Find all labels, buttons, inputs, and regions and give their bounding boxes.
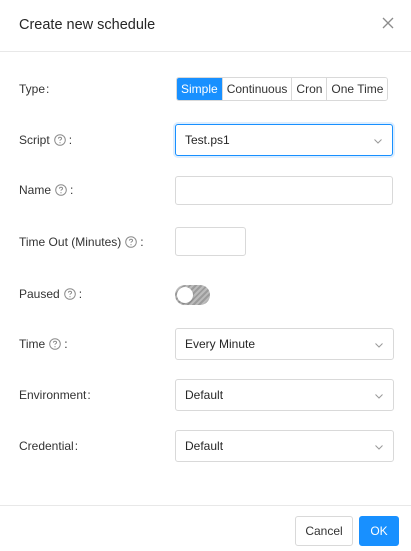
environment-label-colon: : — [87, 388, 91, 402]
time-label: Time : — [19, 336, 68, 352]
type-option-continuous[interactable]: Continuous — [221, 78, 292, 100]
script-label-colon: : — [68, 133, 73, 147]
type-option-one-time[interactable]: One Time — [326, 78, 388, 100]
script-label-text: Script — [19, 133, 50, 147]
paused-label-text: Paused — [19, 287, 60, 301]
dialog-footer: Cancel OK — [0, 505, 411, 551]
help-icon[interactable] — [53, 134, 66, 146]
environment-select-value: Default — [185, 388, 224, 402]
timeout-label-text: Time Out (Minutes) — [19, 235, 122, 249]
credential-select[interactable]: Default — [175, 430, 394, 462]
time-select[interactable]: Every Minute — [175, 328, 394, 360]
time-label-text: Time — [19, 337, 46, 351]
environment-label-text: Environment — [19, 388, 87, 402]
credential-select-value: Default — [185, 439, 224, 453]
ok-button[interactable]: OK — [359, 516, 399, 546]
name-label-text: Name — [19, 183, 52, 197]
credential-label: Credential: — [19, 438, 78, 454]
dialog-header: Create new schedule — [0, 0, 411, 52]
type-label-text: Type — [19, 82, 46, 96]
chevron-down-icon — [375, 394, 383, 399]
environment-label: Environment: — [19, 387, 91, 403]
chevron-down-icon — [375, 343, 383, 348]
help-icon[interactable] — [125, 236, 138, 248]
chevron-down-icon — [375, 445, 383, 450]
timeout-label: Time Out (Minutes) : — [19, 234, 144, 250]
type-segmented-control: Simple Continuous Cron One Time — [176, 77, 389, 101]
dialog-title: Create new schedule — [19, 17, 156, 33]
script-select-value: Test.ps1 — [185, 133, 230, 147]
environment-select[interactable]: Default — [175, 379, 394, 411]
type-label-colon: : — [46, 82, 50, 96]
credential-label-text: Credential — [19, 439, 74, 453]
paused-label: Paused : — [19, 286, 82, 302]
chevron-down-icon — [374, 139, 382, 144]
paused-toggle[interactable] — [175, 285, 210, 305]
type-option-simple[interactable]: Simple — [177, 78, 222, 100]
timeout-label-colon: : — [140, 235, 144, 249]
type-label: Type: — [19, 81, 49, 97]
script-label: Script : — [19, 132, 72, 148]
time-select-value: Every Minute — [185, 337, 256, 351]
name-label-colon: : — [70, 183, 74, 197]
help-icon[interactable] — [63, 288, 76, 300]
close-icon[interactable] — [380, 15, 396, 31]
create-schedule-dialog: Create new schedule Type: Simple Continu… — [0, 0, 411, 551]
script-select[interactable]: Test.ps1 — [175, 124, 393, 156]
name-label: Name : — [19, 182, 73, 198]
timeout-input[interactable] — [175, 227, 246, 256]
help-icon[interactable] — [55, 184, 67, 196]
type-option-cron[interactable]: Cron — [291, 78, 327, 100]
cancel-button[interactable]: Cancel — [295, 516, 353, 546]
toggle-knob — [177, 287, 193, 303]
name-input[interactable] — [175, 176, 393, 205]
paused-label-colon: : — [78, 287, 83, 301]
time-label-colon: : — [64, 337, 68, 351]
credential-label-colon: : — [74, 439, 79, 453]
help-icon[interactable] — [49, 338, 62, 350]
